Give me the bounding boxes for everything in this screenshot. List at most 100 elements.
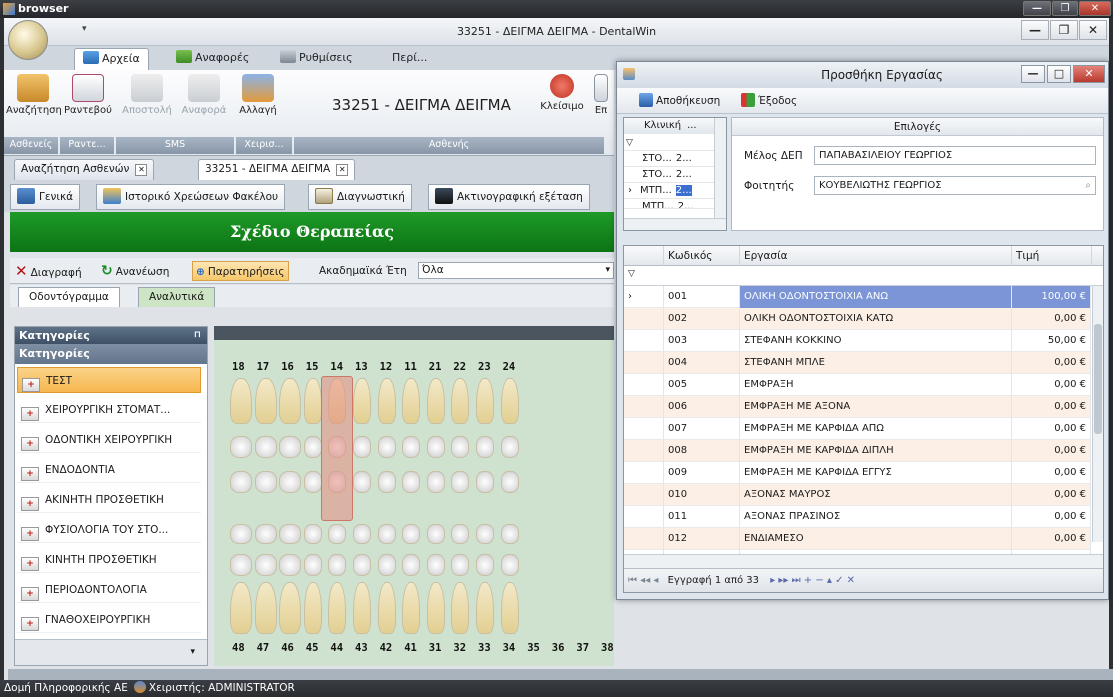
tooth-number[interactable]: 15	[306, 361, 319, 373]
table-row[interactable]: 002 ΟΛΙΚΗ ΟΔΟΝΤΟΣΤΟΙΧΙΑ ΚΑΤΩ 0,00 €	[624, 308, 1091, 330]
tooth-number[interactable]: 13	[355, 361, 368, 373]
student-field[interactable]: ΚΟΥΒΕΛΙΩΤΗΣ ΓΕΩΡΓΙΟΣ ⌕	[814, 176, 1096, 195]
table-row[interactable]: 009 ΕΜΦΡΑΞΗ ΜΕ ΚΑΡΦΙΔΑ ΕΓΓΥΣ 0,00 €	[624, 462, 1091, 484]
close-patient-button[interactable]: Κλείσιμο	[538, 74, 586, 112]
tooth[interactable]	[353, 378, 371, 424]
table-row[interactable]: 005 ΕΜΦΡΑΞΗ 0,00 €	[624, 374, 1091, 396]
tooth[interactable]	[500, 436, 519, 458]
table-row[interactable]: 010 ΑΞΟΝΑΣ ΜΑΥΡΟΣ 0,00 €	[624, 484, 1091, 506]
tooth[interactable]	[230, 582, 252, 634]
tooth-number[interactable]: 41	[404, 642, 417, 654]
tooth[interactable]	[426, 436, 445, 458]
tooth[interactable]	[476, 378, 494, 424]
delete-button[interactable]: ✕ Διαγραφή	[12, 261, 85, 281]
tooth-number[interactable]: 47	[257, 642, 270, 654]
tooth[interactable]	[402, 436, 421, 458]
clinic-vscrollbar[interactable]	[714, 118, 726, 218]
nav-first-prev-icons[interactable]: ⏮ ◂◂ ◂	[624, 575, 658, 586]
tooth[interactable]	[254, 554, 277, 576]
close-icon[interactable]: ✕	[336, 164, 349, 176]
category-item[interactable]: + ΟΔΟΝΤΙΚΗ ΧΕΙΡΟΥΡΓΙΚΗ	[17, 427, 201, 453]
tooth[interactable]	[328, 554, 347, 576]
app-minimize-button[interactable]: —	[1021, 20, 1049, 40]
tasks-vscroll-thumb[interactable]	[1094, 324, 1102, 434]
tooth[interactable]	[451, 436, 470, 458]
tooth[interactable]	[303, 436, 322, 458]
tooth[interactable]	[377, 378, 396, 424]
tooth[interactable]	[279, 582, 302, 634]
tasks-filter-row[interactable]: ▽	[624, 266, 1103, 286]
tab-search-patients[interactable]: Αναζήτηση Ασθενών ✕	[14, 159, 155, 180]
tooth[interactable]	[279, 524, 302, 544]
tooth[interactable]	[476, 554, 494, 576]
table-row[interactable]: › 001 ΟΛΙΚΗ ΟΔΟΝΤΟΣΤΟΙΧΙΑ ΑΝΩ 100,00 €	[624, 286, 1091, 308]
tooth[interactable]	[426, 554, 445, 576]
tooth-number[interactable]: 32	[453, 642, 466, 654]
sms-send-button[interactable]: Αποστολή	[118, 74, 176, 116]
tooth[interactable]	[230, 554, 252, 576]
chevron-down-icon[interactable]: ▾	[190, 647, 195, 657]
tooth-number[interactable]: 21	[429, 361, 442, 373]
tooth[interactable]	[353, 436, 371, 458]
dialog-minimize-button[interactable]: —	[1021, 65, 1045, 83]
column-header-code[interactable]: Κωδικός	[664, 246, 740, 266]
tooth[interactable]	[303, 471, 322, 493]
category-item[interactable]: + ΚΙΝΗΤΗ ΠΡΟΣΘΕΤΙΚΗ	[17, 547, 201, 573]
category-item[interactable]: + ΦΥΣΙΟΛΟΓΙΑ ΤΟΥ ΣΤΟ...	[17, 517, 201, 543]
tooth[interactable]	[254, 524, 277, 544]
tooth[interactable]	[402, 378, 421, 424]
tab-patient-record[interactable]: 33251 - ΔΕΙΓΜΑ ΔΕΙΓΜΑ ✕	[198, 159, 356, 180]
tooth-number[interactable]: 22	[453, 361, 466, 373]
tooth[interactable]	[476, 582, 494, 634]
tasks-hscrollbar[interactable]	[624, 554, 1103, 568]
outer-close-button[interactable]: ✕	[1079, 1, 1111, 16]
academic-year-select[interactable]: Όλα ▾	[418, 262, 614, 279]
tooth[interactable]	[254, 436, 277, 458]
ribbon-tab-reports[interactable]: Αναφορές	[168, 48, 257, 70]
tooth-number[interactable]: 37	[576, 642, 589, 654]
tab-general[interactable]: Γενικά	[10, 184, 81, 210]
tooth[interactable]	[426, 582, 445, 634]
tooth[interactable]	[279, 378, 302, 424]
tooth[interactable]	[426, 471, 445, 493]
member-field[interactable]: ΠΑΠΑΒΑΣΙΛΕΙΟΥ ΓΕΩΡΓΙΟΣ	[814, 146, 1096, 165]
tooth-number[interactable]: 35	[527, 642, 540, 654]
refresh-button[interactable]: ↻ Ανανέωση	[98, 261, 172, 281]
tooth[interactable]	[402, 582, 421, 634]
tooth[interactable]	[303, 554, 322, 576]
tooth-number[interactable]: 17	[257, 361, 270, 373]
sms-report-button[interactable]: Αναφορά	[178, 74, 230, 116]
tooth-number[interactable]: 36	[552, 642, 565, 654]
app-close-button[interactable]: ✕	[1079, 20, 1107, 40]
change-patient-button[interactable]: Αλλαγή	[234, 74, 282, 116]
tooth[interactable]	[451, 378, 470, 424]
clinic-row[interactable]: ΜΤΠ... 2...	[624, 199, 726, 209]
tooth[interactable]	[377, 471, 396, 493]
tooth-number[interactable]: 46	[281, 642, 294, 654]
nav-next-last-icons[interactable]: ▸ ▸▸ ⏭ + − ▴ ✓ ✕	[762, 575, 855, 586]
tooth[interactable]	[377, 554, 396, 576]
tooth-number[interactable]: 34	[503, 642, 516, 654]
ribbon-tab-settings[interactable]: Ρυθμίσεις	[272, 48, 361, 70]
notes-button[interactable]: ⊕ Παρατηρήσεις	[192, 261, 289, 281]
save-button[interactable]: Αποθήκευση	[639, 92, 720, 110]
tooth-number[interactable]: 24	[503, 361, 516, 373]
tooth[interactable]	[451, 554, 470, 576]
tooth[interactable]	[254, 471, 277, 493]
outer-maximize-button[interactable]: ❐	[1052, 1, 1078, 16]
pin-icon[interactable]: ⊓	[194, 327, 201, 344]
table-row[interactable]: 003 ΣΤΕΦΑΝΗ ΚΟΚΚΙΝΟ 50,00 €	[624, 330, 1091, 352]
table-row[interactable]: 008 ΕΜΦΡΑΞΗ ΜΕ ΚΑΡΦΙΔΑ ΔΙΠΛΗ 0,00 €	[624, 440, 1091, 462]
tooth[interactable]	[279, 471, 302, 493]
tooth[interactable]	[328, 582, 347, 634]
clinic-row[interactable]: ΣΤΟ... 2...	[624, 151, 726, 167]
tooth[interactable]	[303, 524, 322, 544]
tab-xray[interactable]: Ακτινογραφική εξέταση	[428, 184, 590, 210]
tooth[interactable]	[402, 524, 421, 544]
tooth-number[interactable]: 14	[330, 361, 343, 373]
tooth[interactable]	[426, 524, 445, 544]
tooth[interactable]	[476, 436, 494, 458]
tooth[interactable]	[279, 436, 302, 458]
tooth[interactable]	[279, 554, 302, 576]
category-item[interactable]: + ΧΕΙΡΟΥΡΓΙΚΗ ΣΤΟΜΑΤ...	[17, 397, 201, 423]
